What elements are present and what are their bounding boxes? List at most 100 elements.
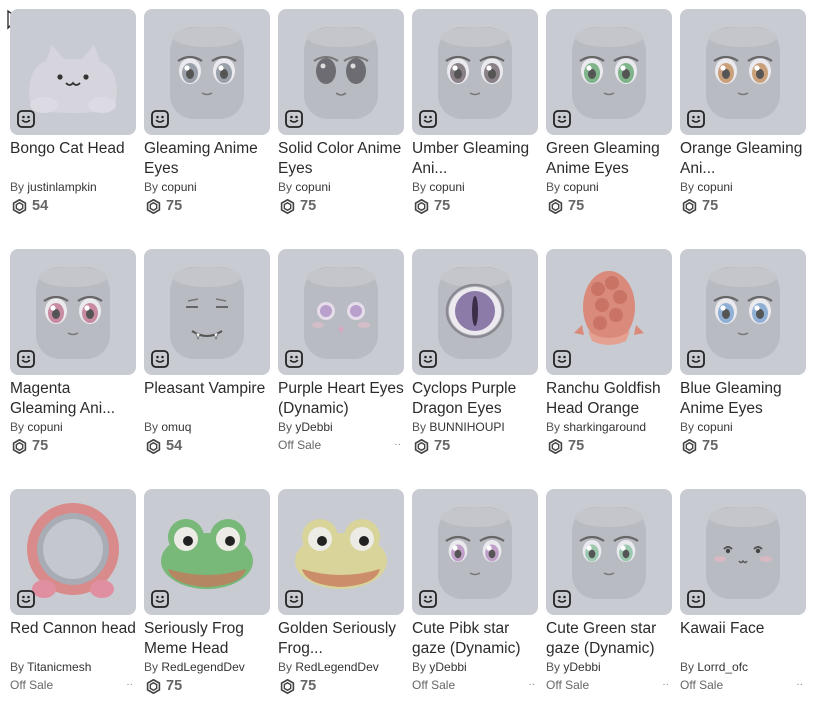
- creator-name[interactable]: copuni: [563, 180, 598, 194]
- item-name[interactable]: Kawaii Face: [680, 619, 807, 659]
- creator-name[interactable]: copuni: [697, 180, 732, 194]
- item-thumbnail[interactable]: [680, 489, 806, 615]
- item-creator[interactable]: By yDebbi: [546, 659, 673, 676]
- item-thumbnail[interactable]: [546, 489, 672, 615]
- item-name[interactable]: Magenta Gleaming Ani...: [10, 379, 137, 419]
- item-creator[interactable]: By Lorrd_ofc: [680, 659, 807, 676]
- item-creator[interactable]: By copuni: [10, 419, 137, 436]
- item-name[interactable]: Cute Green star gaze (Dynamic): [546, 619, 673, 659]
- creator-name[interactable]: justinlampkin: [27, 180, 96, 194]
- catalog-item-card[interactable]: Solid Color Anime Eyes By copuni 75: [278, 9, 405, 216]
- catalog-item-card[interactable]: Ranchu Goldfish Head Orange By sharkinga…: [546, 249, 673, 456]
- creator-name[interactable]: yDebbi: [295, 420, 332, 434]
- item-name[interactable]: Green Gleaming Anime Eyes: [546, 139, 673, 179]
- creator-name[interactable]: copuni: [161, 180, 196, 194]
- item-thumbnail[interactable]: [10, 9, 136, 135]
- item-thumbnail[interactable]: [278, 489, 404, 615]
- item-name[interactable]: Cute Pibk star gaze (Dynamic): [412, 619, 539, 659]
- item-creator[interactable]: By yDebbi: [278, 419, 405, 436]
- catalog-item-card[interactable]: Orange Gleaming Ani... By copuni 75: [680, 9, 807, 216]
- catalog-item-card[interactable]: Pleasant Vampire By omuq 54: [144, 249, 271, 456]
- creator-name[interactable]: copuni: [295, 180, 330, 194]
- item-creator[interactable]: By copuni: [546, 179, 673, 196]
- item-name[interactable]: Blue Gleaming Anime Eyes: [680, 379, 807, 419]
- catalog-item-card[interactable]: Kawaii Face By Lorrd_ofc Off Sale ··: [680, 489, 807, 693]
- item-creator[interactable]: By yDebbi: [412, 659, 539, 676]
- item-name[interactable]: Cyclops Purple Dragon Eyes: [412, 379, 539, 419]
- price-value: 75: [434, 438, 451, 454]
- creator-prefix: By: [412, 660, 427, 674]
- item-creator[interactable]: By sharkingaround: [546, 419, 673, 436]
- item-name[interactable]: Purple Heart Eyes (Dynamic): [278, 379, 405, 419]
- item-thumbnail[interactable]: [144, 9, 270, 135]
- item-name[interactable]: Orange Gleaming Ani...: [680, 139, 807, 179]
- item-name[interactable]: Seriously Frog Meme Head: [144, 619, 271, 659]
- item-name[interactable]: Pleasant Vampire: [144, 379, 271, 419]
- catalog-item-card[interactable]: Gleaming Anime Eyes By copuni 75: [144, 9, 271, 216]
- item-thumbnail[interactable]: [412, 9, 538, 135]
- catalog-item-card[interactable]: Magenta Gleaming Ani... By copuni 75: [10, 249, 137, 456]
- item-thumbnail[interactable]: [144, 249, 270, 375]
- item-creator[interactable]: By justinlampkin: [10, 179, 137, 196]
- item-name[interactable]: Solid Color Anime Eyes: [278, 139, 405, 179]
- robux-icon: [12, 438, 27, 454]
- dynamic-head-badge-icon: [687, 110, 705, 128]
- catalog-item-card[interactable]: Cyclops Purple Dragon Eyes By BUNNIHOUPI…: [412, 249, 539, 456]
- item-name[interactable]: Golden Seriously Frog...: [278, 619, 405, 659]
- creator-prefix: By: [546, 180, 561, 194]
- item-thumbnail[interactable]: [680, 249, 806, 375]
- item-thumbnail[interactable]: [278, 249, 404, 375]
- creator-name[interactable]: RedLegendDev: [295, 660, 378, 674]
- catalog-item-card[interactable]: Umber Gleaming Ani... By copuni 75: [412, 9, 539, 216]
- creator-name[interactable]: yDebbi: [563, 660, 600, 674]
- creator-name[interactable]: BUNNIHOUPI: [429, 420, 504, 434]
- item-name[interactable]: Gleaming Anime Eyes: [144, 139, 271, 179]
- item-thumbnail[interactable]: [10, 249, 136, 375]
- item-creator[interactable]: By omuq: [144, 419, 271, 436]
- item-creator[interactable]: By BUNNIHOUPI: [412, 419, 539, 436]
- item-thumbnail[interactable]: [278, 9, 404, 135]
- creator-name[interactable]: Lorrd_ofc: [697, 660, 748, 674]
- catalog-item-card[interactable]: Blue Gleaming Anime Eyes By copuni 75: [680, 249, 807, 456]
- creator-name[interactable]: copuni: [697, 420, 732, 434]
- item-thumbnail[interactable]: [10, 489, 136, 615]
- robux-icon: [280, 198, 295, 214]
- item-creator[interactable]: By copuni: [412, 179, 539, 196]
- item-thumbnail[interactable]: [412, 249, 538, 375]
- price-value: 54: [166, 438, 183, 454]
- item-thumbnail[interactable]: [546, 249, 672, 375]
- item-creator[interactable]: By copuni: [278, 179, 405, 196]
- creator-name[interactable]: sharkingaround: [563, 420, 646, 434]
- item-name[interactable]: Ranchu Goldfish Head Orange: [546, 379, 673, 419]
- item-thumbnail[interactable]: [412, 489, 538, 615]
- creator-prefix: By: [144, 660, 159, 674]
- item-creator[interactable]: By RedLegendDev: [144, 659, 271, 676]
- item-thumbnail[interactable]: [680, 9, 806, 135]
- item-creator[interactable]: By copuni: [680, 419, 807, 436]
- creator-name[interactable]: RedLegendDev: [161, 660, 244, 674]
- catalog-item-card[interactable]: Green Gleaming Anime Eyes By copuni 75: [546, 9, 673, 216]
- creator-name[interactable]: copuni: [429, 180, 464, 194]
- item-thumbnail[interactable]: [546, 9, 672, 135]
- creator-name[interactable]: Titanicmesh: [27, 660, 91, 674]
- catalog-item-card[interactable]: Bongo Cat Head By justinlampkin 54: [10, 9, 137, 216]
- catalog-item-card[interactable]: Red Cannon head By Titanicmesh Off Sale …: [10, 489, 137, 693]
- catalog-item-card[interactable]: Cute Pibk star gaze (Dynamic) By yDebbi …: [412, 489, 539, 693]
- creator-prefix: By: [546, 420, 561, 434]
- catalog-item-card[interactable]: Purple Heart Eyes (Dynamic) By yDebbi Of…: [278, 249, 405, 453]
- catalog-item-card[interactable]: Golden Seriously Frog... By RedLegendDev…: [278, 489, 405, 696]
- creator-name[interactable]: yDebbi: [429, 660, 466, 674]
- more-indicator: ··: [126, 679, 133, 690]
- creator-name[interactable]: omuq: [161, 420, 191, 434]
- item-creator[interactable]: By Titanicmesh: [10, 659, 137, 676]
- item-creator[interactable]: By copuni: [680, 179, 807, 196]
- item-name[interactable]: Umber Gleaming Ani...: [412, 139, 539, 179]
- catalog-item-card[interactable]: Cute Green star gaze (Dynamic) By yDebbi…: [546, 489, 673, 693]
- item-name[interactable]: Bongo Cat Head: [10, 139, 137, 179]
- item-creator[interactable]: By RedLegendDev: [278, 659, 405, 676]
- item-creator[interactable]: By copuni: [144, 179, 271, 196]
- creator-name[interactable]: copuni: [27, 420, 62, 434]
- item-thumbnail[interactable]: [144, 489, 270, 615]
- item-name[interactable]: Red Cannon head: [10, 619, 137, 659]
- catalog-item-card[interactable]: Seriously Frog Meme Head By RedLegendDev…: [144, 489, 271, 696]
